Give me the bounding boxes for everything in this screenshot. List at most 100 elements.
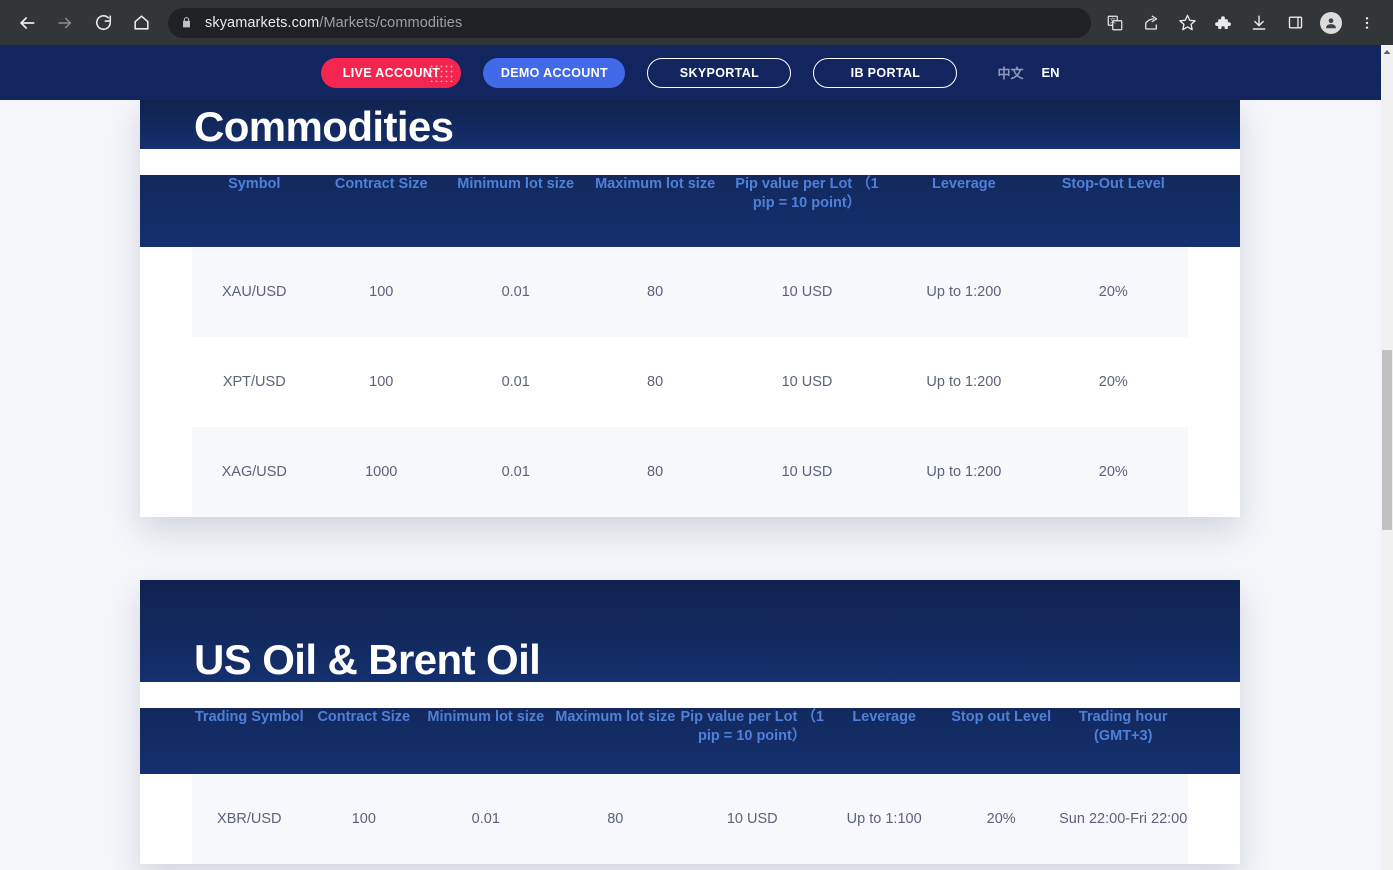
commodities-header-table: Symbol Contract Size Minimum lot size Ma… (192, 175, 1188, 247)
site-navigation-bar: LIVE ACCOUNT DEMO ACCOUNT SKYPORTAL IB P… (0, 45, 1381, 100)
col-contract-size: Contract Size (317, 709, 411, 726)
commodities-table-card: Commodities Symbol Contract Size Minimum… (140, 99, 1240, 518)
col-trading-symbol: Trading Symbol (194, 709, 304, 726)
col-leverage: Leverage (932, 176, 996, 193)
cell-pip-value: 10 USD (781, 284, 833, 301)
url-host: skyamarkets.com (205, 14, 320, 31)
table-header-row: Symbol Contract Size Minimum lot size Ma… (192, 175, 1188, 247)
svg-text:文: 文 (1110, 17, 1116, 25)
oil-table-card: US Oil & Brent Oil Trading Symbol Contra… (140, 580, 1240, 865)
side-panel-icon[interactable] (1280, 8, 1310, 38)
page-content: Commodities Symbol Contract Size Minimum… (0, 99, 1381, 870)
col-minimum-lot-size: Minimum lot size (457, 176, 575, 193)
scrollbar-thumb[interactable] (1382, 350, 1392, 530)
cell-pip-value: 10 USD (781, 374, 833, 391)
cell-min-lot: 0.01 (501, 374, 530, 391)
cell-min-lot: 0.01 (501, 284, 530, 301)
language-switcher: 中文 EN (997, 63, 1059, 82)
cell-contract-size: 100 (369, 284, 394, 301)
col-minimum-lot-size: Minimum lot size (427, 709, 545, 726)
cell-leverage: Up to 1:200 (926, 284, 1002, 301)
col-pip-value: Pip value per Lot （1 pip = 10 point） (680, 709, 824, 745)
col-symbol: Symbol (228, 176, 281, 193)
translate-icon[interactable]: 文 (1100, 8, 1130, 38)
cell-min-lot: 0.01 (471, 811, 500, 828)
avatar (1320, 11, 1342, 34)
cell-max-lot: 80 (647, 374, 664, 391)
oil-card-header: US Oil & Brent Oil (140, 580, 1240, 683)
cell-stop-out: 20% (1098, 374, 1128, 391)
home-icon (133, 15, 149, 30)
oil-body-table: XBR/USD 100 0.01 80 10 USD Up to 1:100 2… (192, 774, 1188, 865)
cell-pip-value: 10 USD (726, 811, 778, 828)
oil-header-table: Trading Symbol Contract Size Minimum lot… (192, 708, 1188, 774)
cell-stop-out: 20% (986, 811, 1016, 828)
cell-stop-out: 20% (1098, 464, 1128, 481)
oil-thead-wrap: Trading Symbol Contract Size Minimum lot… (140, 708, 1240, 775)
col-trading-hour: Trading hour (GMT+3) (1078, 709, 1168, 745)
three-dot-menu-icon[interactable] (1352, 8, 1382, 38)
url-path: /Markets/commodities (319, 14, 463, 31)
cell-leverage: Up to 1:100 (846, 811, 922, 828)
extensions-puzzle-icon[interactable] (1208, 8, 1238, 38)
home-button[interactable] (126, 8, 156, 38)
forward-button[interactable] (50, 8, 80, 38)
table-row[interactable]: XPT/USD 100 0.01 80 10 USD Up to 1:200 2… (192, 337, 1188, 428)
col-maximum-lot-size: Maximum lot size (595, 176, 716, 193)
language-link-zh[interactable]: 中文 (997, 63, 1023, 82)
page-scrollbar[interactable] (1381, 45, 1393, 870)
cell-leverage: Up to 1:200 (926, 374, 1002, 391)
language-link-en[interactable]: EN (1041, 65, 1059, 80)
url-text: skyamarkets.com/Markets/commodities (205, 15, 462, 31)
cell-symbol: XAU/USD (222, 284, 287, 301)
cell-max-lot: 80 (647, 284, 664, 301)
col-maximum-lot-size: Maximum lot size (555, 709, 676, 726)
commodities-thead-wrap: Symbol Contract Size Minimum lot size Ma… (140, 175, 1240, 248)
col-stop-out-level: Stop-Out Level (1061, 176, 1165, 193)
cell-symbol: XAG/USD (221, 464, 287, 481)
cell-max-lot: 80 (647, 464, 664, 481)
col-pip-value: Pip value per Lot （1 pip = 10 point） (735, 176, 879, 212)
cell-symbol: XBR/USD (217, 811, 282, 828)
forward-arrow-icon (58, 17, 71, 28)
col-contract-size: Contract Size (334, 176, 428, 193)
cell-max-lot: 80 (607, 811, 624, 828)
downloads-icon[interactable] (1244, 8, 1274, 38)
scroll-up-arrow-icon[interactable] (1381, 45, 1393, 59)
profile-avatar-icon[interactable] (1316, 8, 1346, 38)
cell-contract-size: 100 (369, 374, 394, 391)
cell-pip-value: 10 USD (781, 464, 833, 481)
browser-toolbar: skyamarkets.com/Markets/commodities 文 (0, 0, 1393, 45)
page-title-oil: US Oil & Brent Oil (194, 636, 541, 683)
demo-account-button[interactable]: DEMO ACCOUNT (483, 57, 626, 88)
cell-contract-size: 1000 (365, 464, 398, 481)
nav-button-group: LIVE ACCOUNT DEMO ACCOUNT SKYPORTAL IB P… (321, 57, 1060, 88)
page-title-commodities: Commodities (194, 103, 454, 150)
cell-leverage: Up to 1:200 (926, 464, 1002, 481)
commodities-body-table: XAU/USD 100 0.01 80 10 USD Up to 1:200 2… (192, 247, 1188, 518)
cell-min-lot: 0.01 (501, 464, 530, 481)
back-button[interactable] (12, 8, 42, 38)
table-row[interactable]: XBR/USD 100 0.01 80 10 USD Up to 1:100 2… (192, 774, 1188, 865)
cell-contract-size: 100 (351, 811, 376, 828)
commodities-tbody-wrap: XAU/USD 100 0.01 80 10 USD Up to 1:200 2… (140, 247, 1240, 518)
col-stop-out-level: Stop out Level (951, 709, 1052, 726)
bookmark-star-icon[interactable] (1172, 8, 1202, 38)
address-bar[interactable]: skyamarkets.com/Markets/commodities (168, 7, 1091, 38)
cell-symbol: XPT/USD (222, 374, 286, 391)
oil-tbody-wrap: XBR/USD 100 0.01 80 10 USD Up to 1:100 2… (140, 774, 1240, 865)
skyportal-button[interactable]: SKYPORTAL (647, 57, 792, 88)
table-row[interactable]: XAG/USD 1000 0.01 80 10 USD Up to 1:200 … (192, 427, 1188, 518)
table-header-row: Trading Symbol Contract Size Minimum lot… (192, 708, 1188, 774)
table-row[interactable]: XAU/USD 100 0.01 80 10 USD Up to 1:200 2… (192, 247, 1188, 338)
col-leverage: Leverage (852, 709, 916, 726)
live-account-button[interactable]: LIVE ACCOUNT (321, 57, 462, 88)
reload-button[interactable] (88, 8, 118, 38)
commodities-card-header: Commodities (140, 99, 1240, 150)
reload-icon (95, 15, 111, 31)
cell-trading-hour: Sun 22:00-Fri 22:00 (1059, 811, 1188, 828)
share-icon[interactable] (1136, 8, 1166, 38)
ib-portal-button[interactable]: IB PORTAL (813, 57, 958, 88)
back-arrow-icon (20, 16, 35, 29)
cell-stop-out: 20% (1098, 284, 1128, 301)
